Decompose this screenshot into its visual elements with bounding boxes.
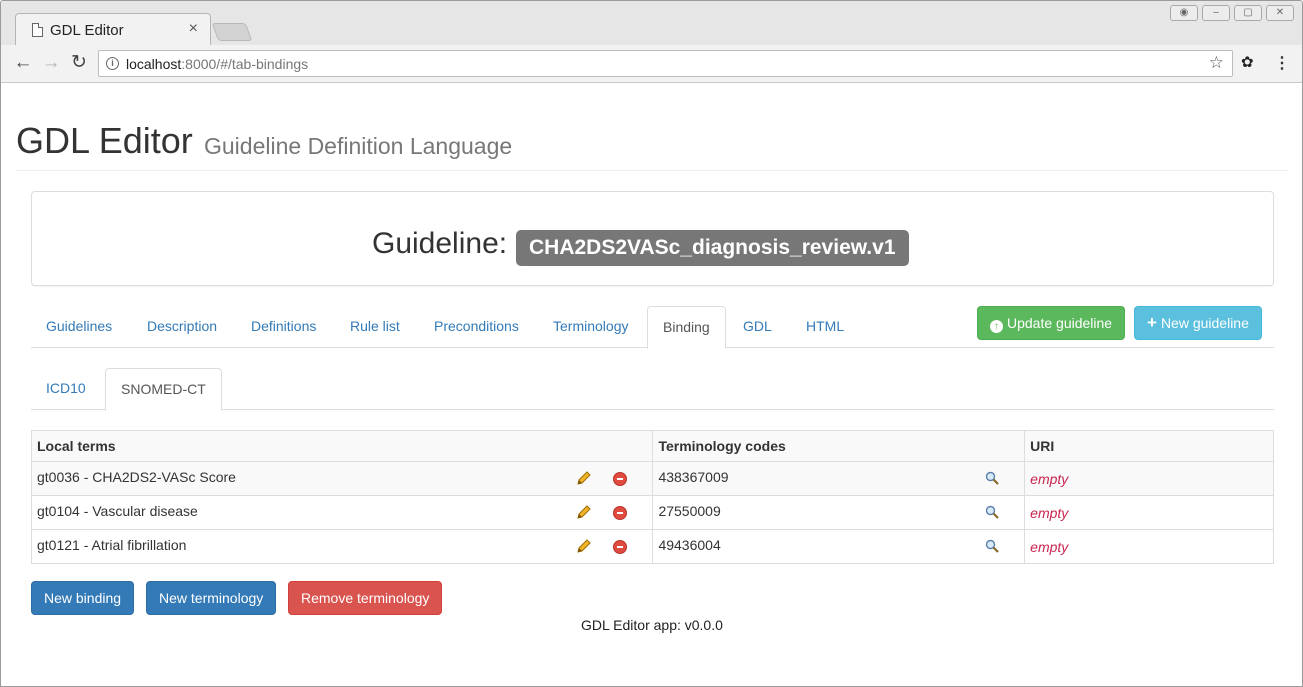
update-guideline-button[interactable]: ↑ Update guideline — [977, 306, 1126, 340]
guideline-label: Guideline: — [372, 227, 508, 260]
tab-definitions[interactable]: Definitions — [236, 306, 331, 348]
maximize-icon[interactable]: ▢ — [1234, 5, 1262, 21]
pencil-icon[interactable] — [576, 470, 592, 486]
close-tab-icon[interactable]: × — [189, 20, 198, 38]
document-icon — [32, 23, 43, 37]
url-text[interactable]: localhost:8000/#/tab-bindings — [126, 56, 308, 72]
remove-icon[interactable] — [613, 540, 628, 554]
guideline-name-badge: CHA2DS2VASc_diagnosis_review.v1 — [516, 230, 909, 266]
page-content: GDL Editor Guideline Definition Language… — [1, 84, 1302, 686]
uri-value[interactable]: empty — [1030, 539, 1068, 555]
menu-dots-icon[interactable]: ⋮ — [1274, 53, 1290, 73]
page-header: GDL Editor Guideline Definition Language — [16, 120, 1288, 171]
header-local-terms: Local terms — [30, 430, 654, 462]
browser-toolbar: ← → ↻ i localhost:8000/#/tab-bindings ☆ … — [1, 45, 1302, 83]
terminology-sub-tabs: ICD10 SNOMED-CT — [31, 368, 1274, 411]
minimize-icon[interactable]: – — [1202, 5, 1230, 21]
page-subtitle: Guideline Definition Language — [204, 133, 513, 159]
uri-value[interactable]: empty — [1030, 471, 1068, 487]
bindings-table: Local terms Terminology codes URI gt0036… — [30, 430, 1274, 564]
tab-description[interactable]: Description — [132, 306, 232, 348]
search-icon[interactable] — [985, 539, 999, 553]
table-header-row: Local terms Terminology codes URI — [30, 430, 1274, 462]
reload-icon[interactable]: ↻ — [68, 52, 90, 74]
guideline-panel: Guideline: CHA2DS2VASc_diagnosis_review.… — [31, 191, 1274, 286]
terminology-code: 438367009 — [658, 469, 729, 485]
terminology-code: 49436004 — [658, 537, 721, 553]
tab-terminology[interactable]: Terminology — [538, 306, 643, 348]
table-row: gt0036 - CHA2DS2-VASc Score 438367009 em… — [30, 461, 1274, 496]
tab-guidelines[interactable]: Guidelines — [31, 306, 127, 348]
tab-html[interactable]: HTML — [791, 306, 859, 348]
plus-icon: + — [1147, 313, 1157, 332]
arrow-up-circle-icon: ↑ — [990, 320, 1003, 333]
window-controls: ◉ – ▢ ✕ — [1170, 5, 1294, 21]
pencil-icon[interactable] — [576, 504, 592, 520]
table-row: gt0104 - Vascular disease 27550009 empty — [30, 495, 1274, 530]
header-uri: URI — [1024, 430, 1274, 462]
terminology-code: 27550009 — [658, 503, 721, 519]
remove-icon[interactable] — [613, 506, 628, 520]
remove-icon[interactable] — [613, 472, 628, 486]
tab-snomed-ct[interactable]: SNOMED-CT — [105, 368, 222, 411]
table-row: gt0121 - Atrial fibrillation 49436004 em… — [30, 529, 1274, 564]
extension-icon[interactable]: ✿ — [1241, 53, 1254, 71]
local-term: gt0121 - Atrial fibrillation — [37, 537, 187, 553]
new-guideline-button[interactable]: + New guideline — [1134, 306, 1262, 340]
tab-rule-list[interactable]: Rule list — [335, 306, 415, 348]
browser-tab-title: GDL Editor — [50, 22, 124, 39]
footer-version: GDL Editor app: v0.0.0 — [581, 617, 723, 633]
back-arrow-icon[interactable]: ← — [12, 52, 34, 74]
browser-tab[interactable]: GDL Editor × — [15, 13, 211, 46]
remove-terminology-button[interactable]: Remove terminology — [288, 581, 443, 615]
browser-titlebar: GDL Editor × ◉ – ▢ ✕ — [1, 1, 1302, 46]
header-terminology-codes: Terminology codes — [652, 430, 1026, 462]
forward-arrow-icon[interactable]: → — [40, 52, 62, 74]
pencil-icon[interactable] — [576, 538, 592, 554]
info-icon[interactable]: i — [106, 57, 119, 70]
tab-gdl[interactable]: GDL — [728, 306, 787, 348]
local-term: gt0104 - Vascular disease — [37, 503, 198, 519]
profile-icon[interactable]: ◉ — [1170, 5, 1198, 21]
new-terminology-button[interactable]: New terminology — [146, 581, 277, 615]
page-title: GDL Editor — [16, 120, 193, 161]
close-window-icon[interactable]: ✕ — [1266, 5, 1294, 21]
tab-icd10[interactable]: ICD10 — [31, 368, 101, 410]
search-icon[interactable] — [985, 471, 999, 485]
tab-preconditions[interactable]: Preconditions — [419, 306, 534, 348]
new-tab-button[interactable] — [211, 23, 253, 41]
uri-value[interactable]: empty — [1030, 505, 1068, 521]
local-term: gt0036 - CHA2DS2-VASc Score — [37, 469, 236, 485]
search-icon[interactable] — [985, 505, 999, 519]
tab-binding[interactable]: Binding — [647, 306, 726, 349]
browser-window: GDL Editor × ◉ – ▢ ✕ ← → ↻ i localhost:8… — [0, 0, 1303, 687]
address-bar[interactable]: i localhost:8000/#/tab-bindings ☆ — [98, 50, 1233, 77]
bookmark-star-icon[interactable]: ☆ — [1209, 53, 1224, 73]
new-binding-button[interactable]: New binding — [31, 581, 135, 615]
